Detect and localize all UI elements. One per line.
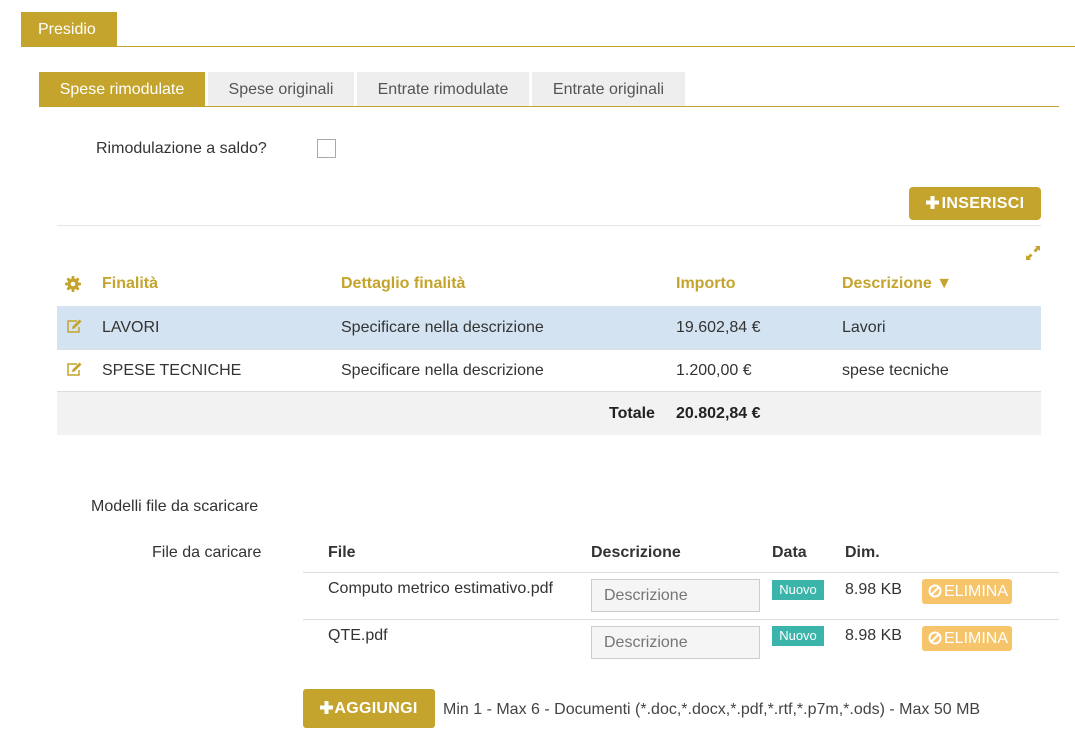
file-row-divider bbox=[303, 619, 1059, 620]
header-finalita[interactable]: Finalità bbox=[102, 275, 158, 293]
add-file-button-label: AGGIUNGI bbox=[334, 700, 418, 717]
file-size: 8.98 KB bbox=[845, 627, 902, 644]
cell-importo: 19.602,84 € bbox=[676, 319, 761, 336]
upload-constraints-note: Min 1 - Max 6 - Documenti (*.doc,*.docx,… bbox=[443, 701, 981, 718]
files-header-data: Data bbox=[772, 544, 807, 561]
files-header-dim: Dim. bbox=[845, 544, 880, 561]
plus-icon bbox=[320, 701, 334, 714]
cell-finalita: LAVORI bbox=[102, 319, 160, 336]
gear-icon[interactable] bbox=[65, 276, 81, 292]
tab-presidio[interactable]: Presidio bbox=[21, 12, 117, 47]
edit-icon[interactable] bbox=[66, 319, 83, 334]
files-header-file: File bbox=[328, 544, 356, 561]
top-tab-divider bbox=[21, 46, 1075, 47]
toolbar-divider bbox=[57, 225, 1041, 226]
file-name: Computo metrico estimativo.pdf bbox=[328, 580, 553, 597]
delete-button[interactable]: ELIMINA bbox=[922, 579, 1012, 604]
ban-icon bbox=[928, 584, 942, 598]
tab-spese-rimodulate[interactable]: Spese rimodulate bbox=[39, 72, 205, 107]
table-footer: Totale 20.802,84 € bbox=[57, 392, 1041, 435]
models-label: Modelli file da scaricare bbox=[91, 498, 259, 515]
new-badge: Nuovo bbox=[772, 580, 824, 600]
cell-descrizione: spese tecniche bbox=[842, 362, 949, 379]
table-row[interactable]: LAVORI Specificare nella descrizione 19.… bbox=[57, 306, 1041, 349]
insert-button-label: INSERISCI bbox=[941, 195, 1025, 212]
delete-button[interactable]: ELIMINA bbox=[922, 626, 1012, 651]
cell-descrizione: Lavori bbox=[842, 319, 886, 336]
total-value: 20.802,84 € bbox=[676, 405, 761, 422]
total-label: Totale bbox=[609, 405, 655, 422]
cell-importo: 1.200,00 € bbox=[676, 362, 752, 379]
file-description-input[interactable] bbox=[591, 579, 760, 612]
file-size: 8.98 KB bbox=[845, 581, 902, 598]
delete-button-label: ELIMINA bbox=[944, 630, 1009, 647]
file-description-input[interactable] bbox=[591, 626, 760, 659]
tab-spese-originali[interactable]: Spese originali bbox=[208, 72, 354, 107]
files-header-descrizione: Descrizione bbox=[591, 544, 681, 561]
rimodulazione-label: Rimodulazione a saldo? bbox=[96, 140, 267, 157]
header-importo[interactable]: Importo bbox=[676, 275, 736, 293]
cell-finalita: SPESE TECNICHE bbox=[102, 362, 242, 379]
ban-icon bbox=[928, 631, 942, 645]
insert-button[interactable]: INSERISCI bbox=[909, 187, 1041, 220]
file-name: QTE.pdf bbox=[328, 627, 388, 644]
edit-icon[interactable] bbox=[66, 362, 83, 377]
tab-entrate-originali[interactable]: Entrate originali bbox=[532, 72, 685, 107]
files-header-divider bbox=[303, 572, 1059, 573]
files-label: File da caricare bbox=[152, 544, 262, 561]
cell-dettaglio: Specificare nella descrizione bbox=[341, 319, 544, 336]
expand-icon[interactable] bbox=[1024, 244, 1042, 262]
header-descrizione[interactable]: Descrizione ▼ bbox=[842, 275, 952, 293]
tab-entrate-rimodulate[interactable]: Entrate rimodulate bbox=[357, 72, 529, 107]
header-dettaglio[interactable]: Dettaglio finalità bbox=[341, 275, 465, 293]
table-row[interactable]: SPESE TECNICHE Specificare nella descriz… bbox=[57, 349, 1041, 392]
plus-icon bbox=[925, 196, 939, 209]
cell-dettaglio: Specificare nella descrizione bbox=[341, 362, 544, 379]
tabs-divider bbox=[39, 106, 1059, 107]
rimodulazione-checkbox[interactable] bbox=[317, 139, 336, 158]
new-badge: Nuovo bbox=[772, 626, 824, 646]
delete-button-label: ELIMINA bbox=[944, 583, 1009, 600]
add-file-button[interactable]: AGGIUNGI bbox=[303, 689, 435, 728]
